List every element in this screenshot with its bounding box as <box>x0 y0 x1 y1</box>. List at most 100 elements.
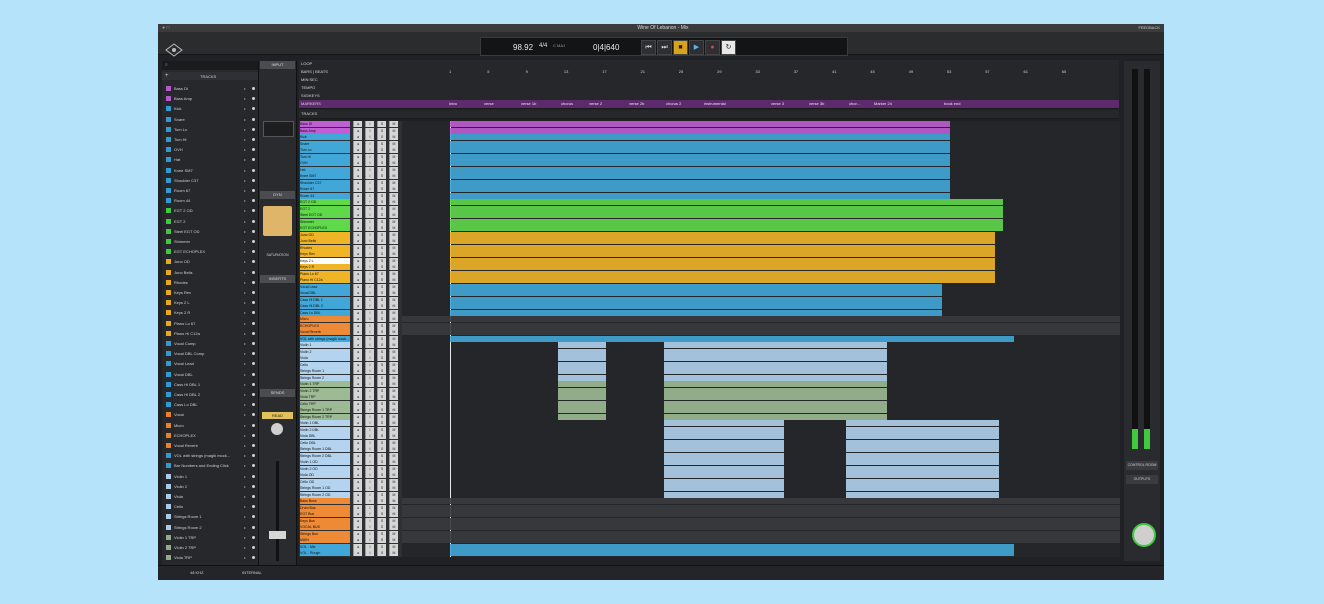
sidebar-track-item[interactable]: Cass Hi DBL 2 ▸ <box>164 390 258 399</box>
record-arm-button[interactable]: ● <box>353 348 362 355</box>
record-arm-button[interactable]: ● <box>353 355 362 361</box>
track-name[interactable]: Violin 1 TRP <box>300 381 350 387</box>
track-name[interactable]: Juno OD <box>300 231 350 238</box>
audio-region[interactable] <box>664 459 784 466</box>
track-name[interactable]: Drum Bus <box>300 504 350 511</box>
input-monitor-button[interactable]: I <box>365 303 374 309</box>
input-monitor-button[interactable]: I <box>365 459 374 465</box>
mute-button[interactable]: M <box>389 355 398 361</box>
mute-button[interactable]: M <box>389 173 398 179</box>
dyn-section[interactable]: DYN <box>260 191 295 199</box>
track-name[interactable]: Cass Hi DBL 2 <box>300 303 350 309</box>
input-monitor-button[interactable]: I <box>365 238 374 244</box>
solo-button[interactable]: S <box>377 446 386 452</box>
search-input[interactable]: ⌕ <box>162 61 260 70</box>
track-name[interactable]: Violin 2 OD <box>300 465 350 472</box>
add-track-button[interactable]: + <box>165 73 169 79</box>
record-arm-button[interactable]: ● <box>353 205 362 212</box>
marker[interactable]: Intro <box>449 101 457 106</box>
control-room-button[interactable]: CONTROL ROOM <box>1126 461 1158 470</box>
input-monitor-button[interactable]: I <box>365 264 374 270</box>
mute-button[interactable]: M <box>389 335 398 342</box>
mute-button[interactable]: M <box>389 238 398 244</box>
mute-button[interactable]: M <box>389 433 398 439</box>
mute-button[interactable]: M <box>389 387 398 394</box>
record-arm-button[interactable]: ● <box>353 218 362 225</box>
input-monitor-button[interactable]: I <box>365 231 374 238</box>
tempo-display[interactable]: 98.92 <box>513 43 533 52</box>
record-arm-button[interactable]: ● <box>353 192 362 199</box>
input-monitor-button[interactable]: I <box>365 329 374 335</box>
mute-button[interactable]: M <box>389 140 398 147</box>
audio-region[interactable] <box>664 394 887 401</box>
solo-button[interactable]: S <box>377 153 386 160</box>
visibility-icon[interactable] <box>252 444 255 447</box>
record-arm-button[interactable]: ● <box>353 134 362 140</box>
audio-region[interactable] <box>402 329 1120 336</box>
mute-button[interactable]: M <box>389 303 398 309</box>
input-monitor-button[interactable]: I <box>365 205 374 212</box>
mute-button[interactable]: M <box>389 270 398 277</box>
track-name[interactable]: MAIN <box>300 537 350 543</box>
visibility-icon[interactable] <box>252 117 255 121</box>
solo-button[interactable]: S <box>377 277 386 283</box>
audio-region[interactable] <box>664 465 784 472</box>
visibility-icon[interactable] <box>252 250 255 254</box>
solo-button[interactable]: S <box>377 413 386 420</box>
mute-button[interactable]: M <box>389 218 398 225</box>
solo-button[interactable]: S <box>377 342 386 348</box>
input-monitor-button[interactable]: I <box>365 147 374 153</box>
input-monitor-button[interactable]: I <box>365 257 374 264</box>
record-arm-button[interactable]: ● <box>353 426 362 433</box>
audio-region[interactable] <box>450 192 950 199</box>
audio-region[interactable] <box>846 459 999 466</box>
record-arm-button[interactable]: ● <box>353 251 362 257</box>
visibility-icon[interactable] <box>252 291 255 294</box>
visibility-icon[interactable] <box>252 433 255 437</box>
audio-region[interactable] <box>450 199 1003 206</box>
visibility-icon[interactable] <box>252 515 255 519</box>
solo-button[interactable]: S <box>377 530 386 537</box>
mute-button[interactable]: M <box>389 537 398 543</box>
audio-region[interactable] <box>450 309 942 316</box>
solo-button[interactable]: S <box>377 238 386 244</box>
audio-region[interactable] <box>450 290 942 297</box>
audio-region[interactable] <box>450 212 1003 219</box>
track-name[interactable]: Viola DBL <box>300 433 350 439</box>
track-name[interactable]: Cello <box>300 361 350 368</box>
record-arm-button[interactable]: ● <box>353 147 362 153</box>
solo-button[interactable]: S <box>377 192 386 199</box>
audio-region[interactable] <box>558 387 606 394</box>
audio-region[interactable] <box>450 251 995 258</box>
key-display[interactable]: C MAJ <box>553 43 565 48</box>
solo-button[interactable]: S <box>377 491 386 498</box>
audio-region[interactable] <box>664 491 784 498</box>
mute-button[interactable]: M <box>389 231 398 238</box>
input-monitor-button[interactable]: I <box>365 530 374 537</box>
input-monitor-button[interactable]: I <box>365 491 374 498</box>
input-monitor-button[interactable]: I <box>365 400 374 407</box>
sidebar-track-item[interactable]: Violin 1 ▸ <box>164 472 258 481</box>
record-arm-button[interactable]: ● <box>353 452 362 459</box>
feedback-button[interactable]: FEEDBACK <box>1138 25 1160 30</box>
visibility-icon[interactable] <box>252 189 255 192</box>
input-monitor-button[interactable]: I <box>365 342 374 348</box>
record-arm-button[interactable]: ● <box>353 283 362 290</box>
visibility-icon[interactable] <box>252 219 255 223</box>
track-name[interactable]: EGT 2 <box>300 205 350 212</box>
track-name[interactable]: Strings Bus <box>300 530 350 537</box>
track-name[interactable]: Bass DI <box>300 121 350 127</box>
record-arm-button[interactable]: ● <box>353 472 362 478</box>
track-name[interactable]: Violin 1 OD <box>300 459 350 465</box>
track-name[interactable]: Hat <box>300 166 350 173</box>
track-name[interactable]: Violin 1 <box>300 342 350 348</box>
record-arm-button[interactable]: ● <box>353 400 362 407</box>
mute-button[interactable]: M <box>389 153 398 160</box>
sidebar-track-item[interactable]: Bass DI ▸ <box>164 84 258 93</box>
track-name[interactable]: Cello OD <box>300 478 350 485</box>
record-arm-button[interactable]: ● <box>353 335 362 342</box>
solo-button[interactable]: S <box>377 127 386 134</box>
record-arm-button[interactable]: ● <box>353 478 362 485</box>
track-name[interactable]: Keys Rev <box>300 251 350 257</box>
forward-button[interactable]: ⏭ <box>657 40 672 55</box>
